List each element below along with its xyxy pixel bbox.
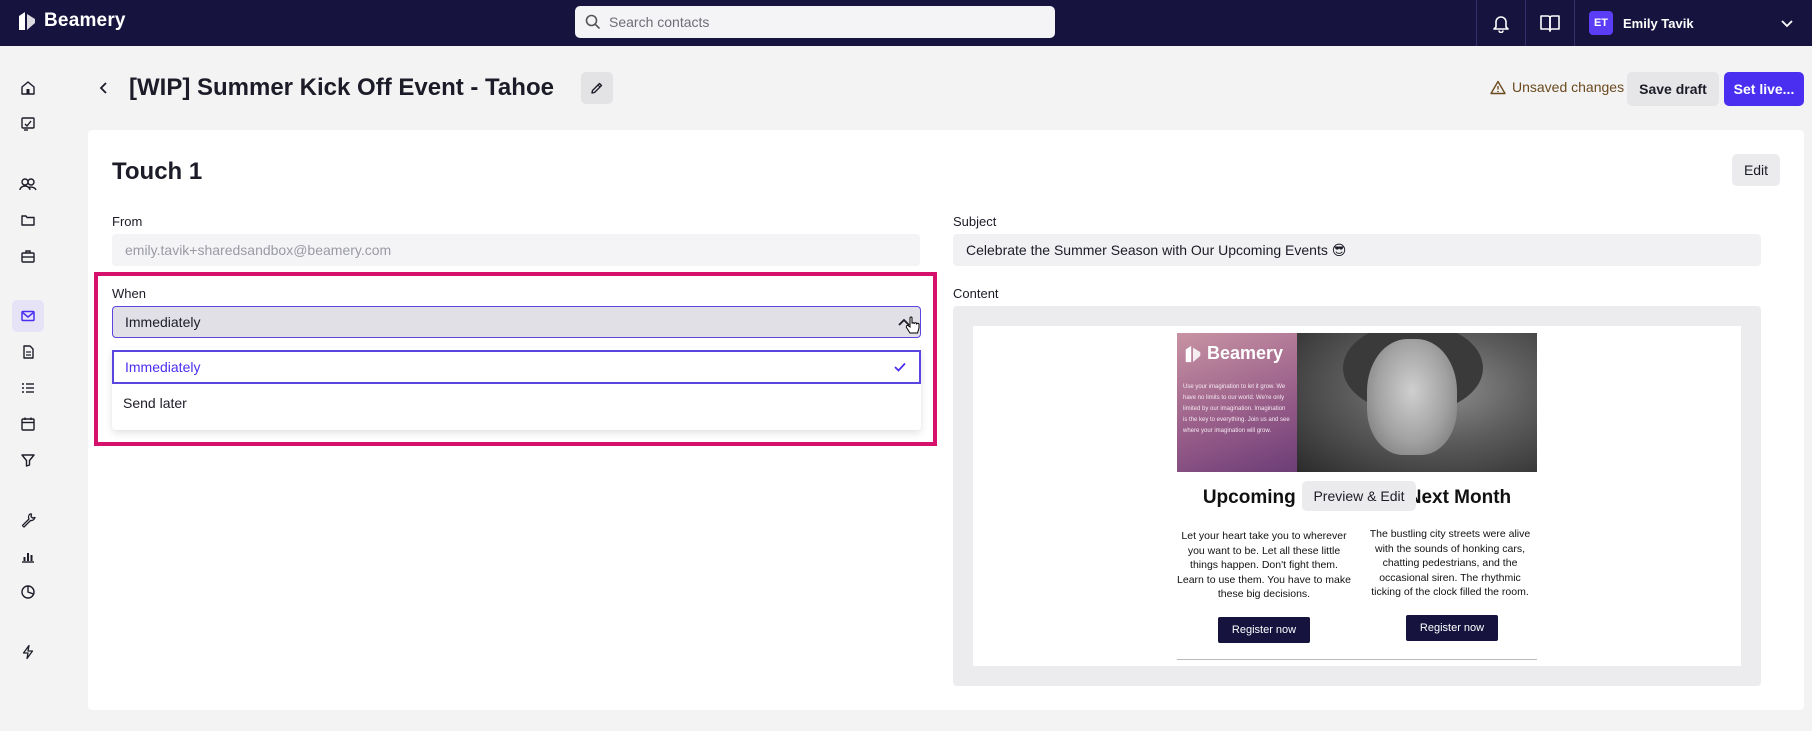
nav-events[interactable] bbox=[12, 408, 44, 440]
when-label: When bbox=[112, 286, 146, 301]
open-book-icon bbox=[1540, 15, 1560, 32]
nav-pools[interactable] bbox=[12, 204, 44, 236]
chevron-left-icon bbox=[99, 82, 107, 94]
people-icon bbox=[19, 178, 37, 191]
nav-pages[interactable] bbox=[12, 336, 44, 368]
calendar-icon bbox=[21, 417, 35, 431]
email-brand-logo: Beamery bbox=[1183, 343, 1291, 364]
page-title: [WIP] Summer Kick Off Event - Tahoe bbox=[129, 74, 554, 101]
mail-icon bbox=[21, 310, 35, 322]
register-now-button-right[interactable]: Register now bbox=[1406, 615, 1498, 641]
hand-cursor-icon bbox=[905, 316, 920, 334]
help-docs-button[interactable] bbox=[1526, 0, 1574, 46]
pencil-icon bbox=[591, 82, 603, 94]
nav-tasks[interactable] bbox=[12, 108, 44, 140]
content-preview[interactable]: Beamery Use your imagination to let it g… bbox=[973, 326, 1741, 666]
user-name: Emily Tavik bbox=[1623, 15, 1694, 31]
top-actions: ET Emily Tavik bbox=[1476, 0, 1812, 46]
nav-filters[interactable] bbox=[12, 444, 44, 476]
email-hero-panel: Beamery Use your imagination to let it g… bbox=[1177, 333, 1297, 472]
nav-home[interactable] bbox=[12, 72, 44, 104]
nav-insights[interactable] bbox=[12, 576, 44, 608]
home-icon bbox=[21, 81, 35, 95]
search-icon bbox=[585, 14, 601, 30]
set-live-button[interactable]: Set live... bbox=[1724, 72, 1804, 106]
search-input[interactable] bbox=[609, 14, 1055, 30]
when-dropdown-menu: Immediately Send later bbox=[112, 348, 921, 430]
nav-contacts[interactable] bbox=[12, 168, 44, 200]
from-field: emily.tavik+sharedsandbox@beamery.com bbox=[112, 234, 920, 266]
filter-icon bbox=[21, 454, 35, 467]
unsaved-changes-indicator: Unsaved changes bbox=[1490, 79, 1624, 95]
when-option-send-later[interactable]: Send later bbox=[112, 386, 921, 420]
register-now-button-left[interactable]: Register now bbox=[1218, 617, 1310, 643]
content-preview-frame: Beamery Use your imagination to let it g… bbox=[953, 306, 1761, 686]
chevron-down-icon bbox=[1781, 20, 1793, 28]
avatar: ET bbox=[1589, 11, 1613, 35]
nav-vacancies[interactable] bbox=[12, 240, 44, 272]
nav-lists[interactable] bbox=[12, 372, 44, 404]
photo-face-shape bbox=[1367, 339, 1457, 455]
nav-tools[interactable] bbox=[12, 504, 44, 536]
brand-logo[interactable]: Beamery bbox=[16, 10, 126, 32]
lightning-icon bbox=[22, 644, 34, 660]
when-option-immediately[interactable]: Immediately bbox=[112, 350, 921, 384]
email-hero: Beamery Use your imagination to let it g… bbox=[1177, 333, 1537, 472]
email-column-left-text: Let your heart take you to wherever you … bbox=[1177, 530, 1351, 600]
email-preview: Beamery Use your imagination to let it g… bbox=[1177, 333, 1537, 666]
search-box[interactable] bbox=[575, 6, 1055, 38]
top-bar: Beamery ET Emily Tavik bbox=[0, 0, 1812, 46]
content-label: Content bbox=[953, 286, 999, 301]
bar-chart-icon bbox=[22, 553, 34, 563]
email-heading-left: Upcoming bbox=[1202, 487, 1296, 508]
option-label: Immediately bbox=[125, 359, 201, 375]
wrench-icon bbox=[21, 513, 36, 528]
briefcase-icon bbox=[21, 250, 35, 263]
beamery-logo-icon bbox=[19, 12, 35, 30]
checkmark-icon bbox=[894, 362, 906, 372]
preview-edit-button[interactable]: Preview & Edit bbox=[1302, 481, 1416, 511]
warning-icon bbox=[1490, 80, 1506, 94]
email-heading-right: Next Month bbox=[1407, 487, 1512, 508]
folder-icon bbox=[21, 215, 35, 226]
option-label: Send later bbox=[123, 395, 187, 411]
unsaved-changes-text: Unsaved changes bbox=[1512, 79, 1625, 95]
email-hero-copy: Use your imagination to let it grow. We … bbox=[1183, 384, 1290, 434]
back-button[interactable] bbox=[92, 74, 116, 102]
nav-campaigns[interactable] bbox=[12, 300, 44, 332]
beamery-logo-icon bbox=[1185, 345, 1201, 362]
nav-reports[interactable] bbox=[12, 540, 44, 572]
edit-title-button[interactable] bbox=[581, 72, 613, 104]
nav-automations[interactable] bbox=[12, 636, 44, 668]
email-divider bbox=[1177, 659, 1537, 660]
email-column-right-text: The bustling city streets were alive wit… bbox=[1369, 528, 1531, 598]
touch-title: Touch 1 bbox=[112, 158, 203, 185]
email-brand-name: Beamery bbox=[1207, 343, 1284, 363]
email-hero-photo bbox=[1297, 333, 1537, 472]
save-draft-button[interactable]: Save draft bbox=[1627, 72, 1719, 106]
when-select[interactable]: Immediately bbox=[112, 306, 921, 338]
edit-touch-button[interactable]: Edit bbox=[1732, 154, 1780, 186]
task-board-icon bbox=[21, 117, 35, 131]
document-icon bbox=[23, 345, 34, 359]
subject-field[interactable]: Celebrate the Summer Season with Our Upc… bbox=[953, 234, 1761, 266]
user-menu[interactable]: ET Emily Tavik bbox=[1575, 0, 1812, 46]
subject-label: Subject bbox=[953, 214, 997, 229]
from-label: From bbox=[112, 214, 143, 229]
pie-chart-icon bbox=[21, 585, 35, 599]
list-icon bbox=[22, 383, 34, 393]
bell-icon bbox=[1493, 16, 1509, 33]
left-sidebar bbox=[0, 46, 57, 731]
notifications-button[interactable] bbox=[1477, 0, 1525, 46]
when-selected-value: Immediately bbox=[125, 314, 201, 330]
brand-name: Beamery bbox=[44, 10, 126, 31]
